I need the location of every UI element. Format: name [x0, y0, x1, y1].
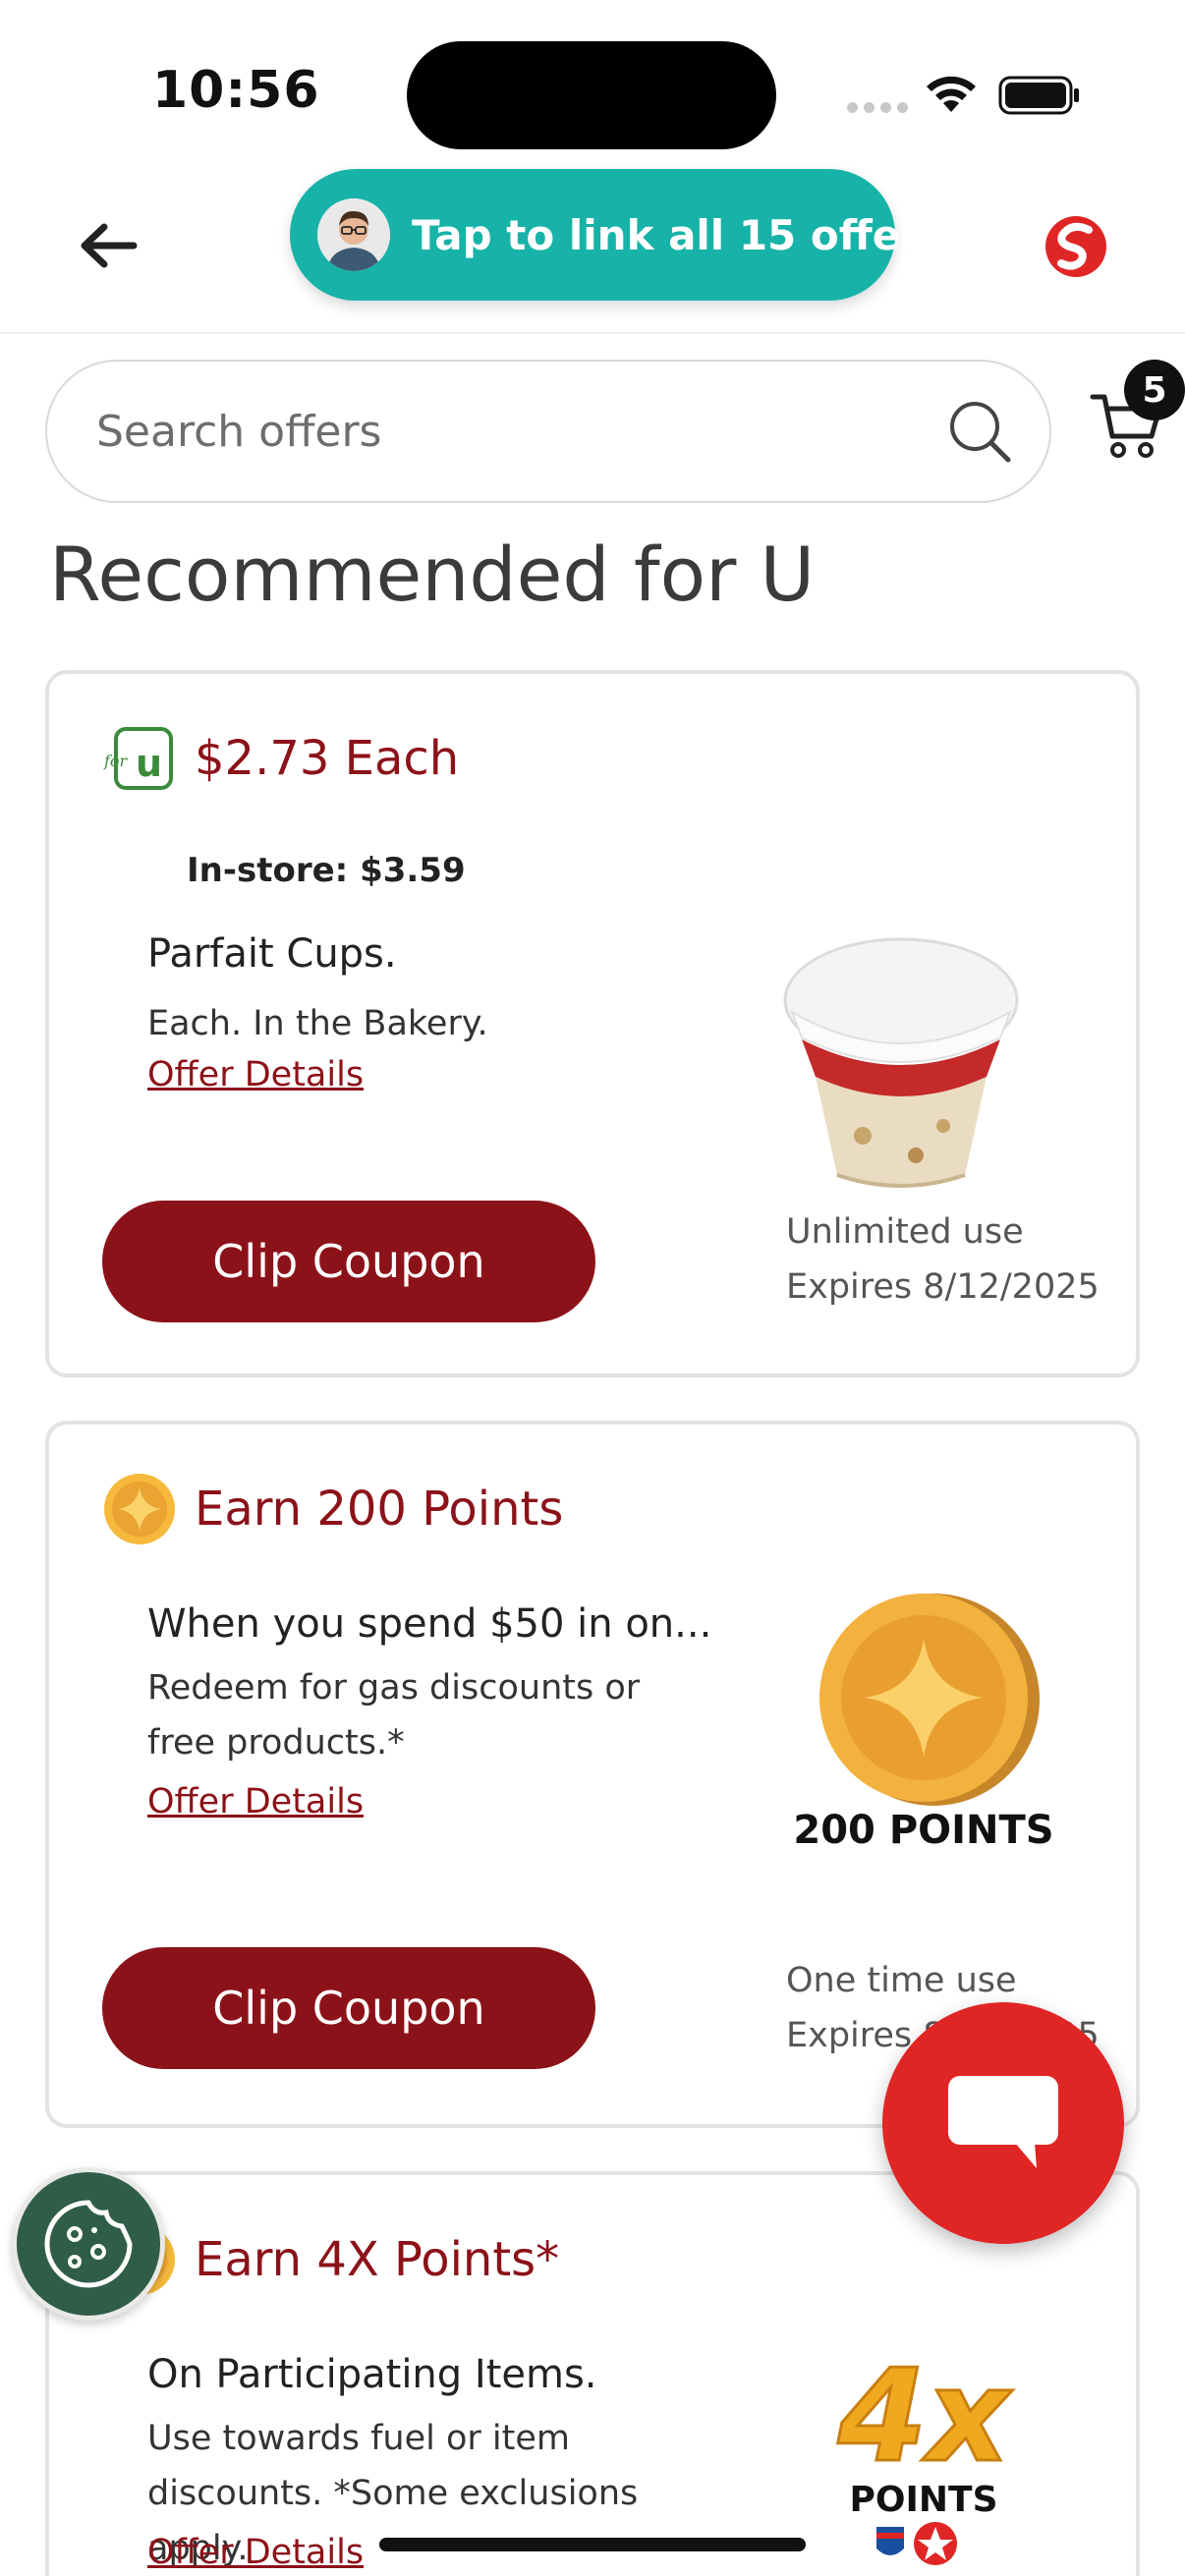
offer-card: for u $2.73 Each In-store: $3.59 Parfait… — [45, 670, 1140, 1377]
offer-details-link[interactable]: Offer Details — [147, 1055, 364, 1094]
offer-header: Earn 200 Points — [102, 1472, 563, 1546]
arrow-left-icon — [81, 223, 138, 268]
parfait-cup-image — [783, 937, 1019, 1188]
offer-details-link[interactable]: Offer Details — [147, 2533, 364, 2572]
usage-limit: One time use — [786, 1961, 1017, 2000]
clip-coupon-button[interactable]: Clip Coupon — [102, 1947, 595, 2069]
clip-coupon-button[interactable]: Clip Coupon — [102, 1201, 595, 1322]
offer-details-link[interactable]: Offer Details — [147, 1782, 364, 1821]
status-time: 10:56 — [152, 61, 320, 120]
search-icon[interactable] — [945, 397, 1014, 466]
dynamic-island — [407, 41, 776, 149]
offer-headline: Earn 4X Points* — [195, 2232, 560, 2287]
offer-header: Earn 4X Points* — [102, 2222, 559, 2297]
cart-count-badge: 5 — [1124, 360, 1185, 420]
battery-icon — [998, 76, 1079, 115]
wifi-icon — [927, 76, 976, 112]
brand-logo-icon[interactable] — [1044, 214, 1108, 279]
back-button[interactable] — [69, 206, 147, 285]
top-nav-bar: Tap to link all 15 offers — [0, 157, 1185, 334]
4x-image-label: 4x — [837, 2342, 1013, 2491]
4x-points-image: 4x POINTS — [835, 2342, 1015, 2565]
product-name: On Participating Items. — [147, 2352, 597, 2397]
expiration-date: Expires 8/12/2025 — [786, 1267, 1100, 1307]
points-coin-image: 200 POINTS — [793, 1594, 1054, 1853]
for-u-icon: for u — [103, 727, 173, 790]
offer-headline: Earn 200 Points — [195, 1482, 564, 1537]
avatar — [317, 198, 390, 271]
chat-bubble-icon — [948, 2076, 1058, 2168]
status-bar: 10:56 — [0, 0, 1185, 157]
home-indicator — [379, 2538, 806, 2551]
cookie-settings-button[interactable] — [12, 2167, 165, 2321]
link-all-offers-button[interactable]: Tap to link all 15 offers — [290, 169, 945, 301]
cellular-signal-icon — [847, 102, 908, 113]
link-all-offers-label: Tap to link all 15 offers — [412, 210, 945, 259]
svg-text:for: for — [103, 752, 129, 770]
instore-price: In-store: $3.59 — [187, 851, 466, 890]
svg-text:u: u — [136, 742, 162, 785]
product-description: Each. In the Bakery. — [147, 1004, 488, 1043]
offer-headline: $2.73 Each — [195, 731, 460, 786]
chat-button[interactable] — [882, 2002, 1124, 2244]
cookie-icon — [44, 2200, 133, 2288]
points-coin-icon — [104, 1474, 175, 1544]
product-description: Redeem for gas discounts or free product… — [147, 1668, 641, 1763]
search-input[interactable] — [96, 362, 931, 501]
section-title: Recommended for U — [49, 531, 816, 618]
search-bar — [45, 360, 1051, 503]
usage-limit: Unlimited use — [786, 1212, 1024, 1252]
points-image-label: POINTS — [850, 2480, 998, 2520]
product-name: Parfait Cups. — [147, 931, 397, 977]
offer-header: for u $2.73 Each — [102, 721, 459, 796]
points-image-label: 200 POINTS — [793, 1808, 1053, 1853]
product-name: When you spend $50 in on... — [147, 1601, 712, 1647]
